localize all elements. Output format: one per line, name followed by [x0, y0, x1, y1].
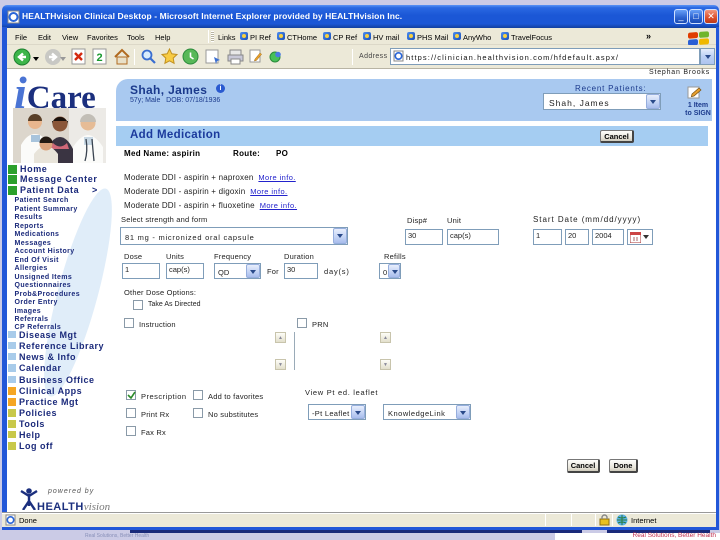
svg-text:2: 2 [96, 52, 102, 64]
